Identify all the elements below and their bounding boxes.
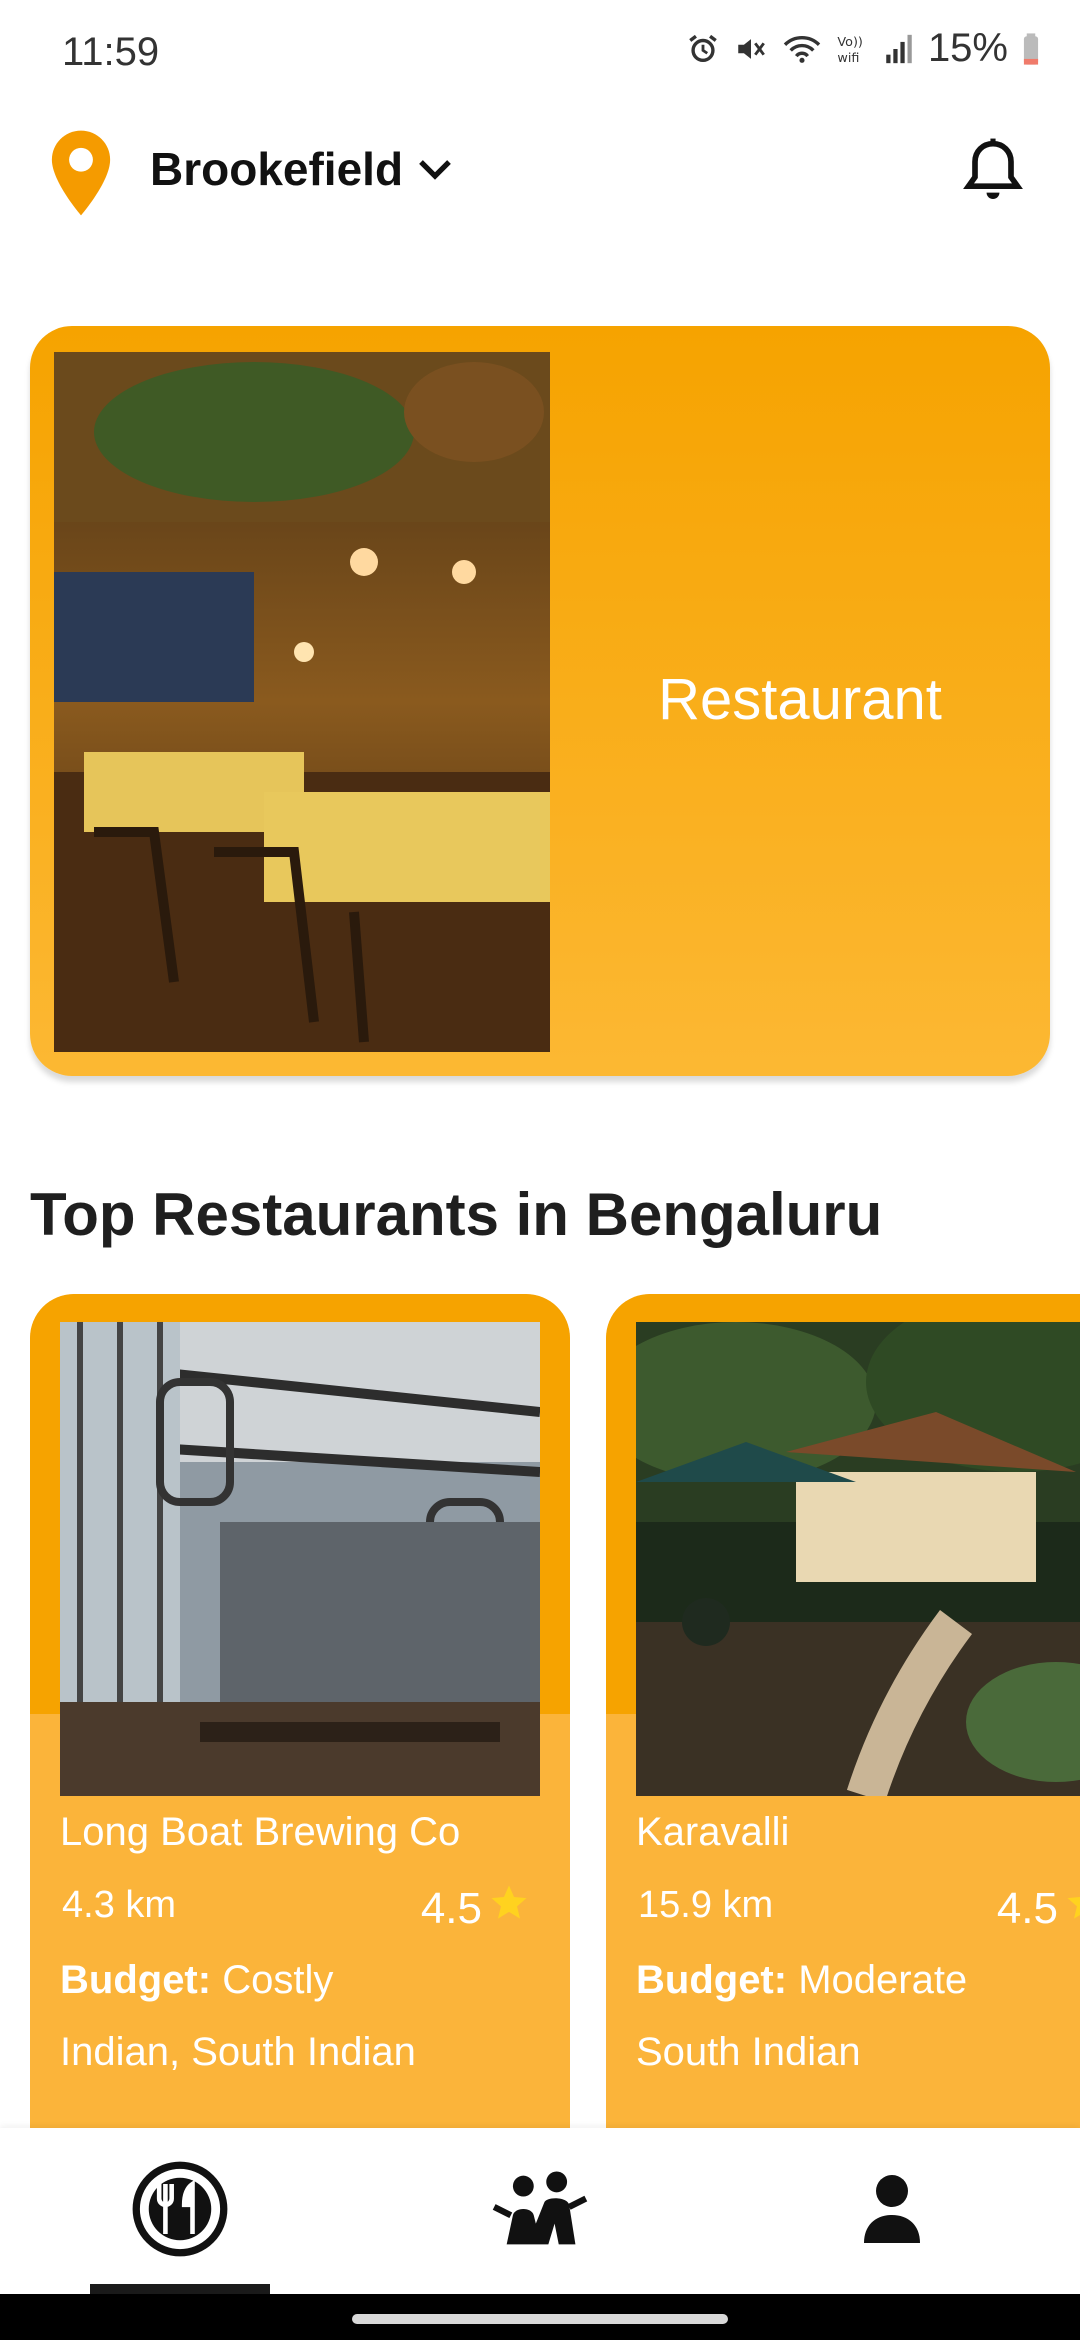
battery-text: 15% [927,26,1008,70]
budget-label: Budget: [636,1958,788,2002]
chevron-down-icon[interactable] [414,148,456,195]
bottom-navigation [0,2128,1080,2294]
restaurant-rating: 4.5 [997,1882,1080,1935]
restaurant-budget: Budget: Moderate [636,1958,967,2003]
nav-community[interactable] [480,2156,600,2266]
status-bar: 11:59 Vo)) wifi 15% [0,0,1080,110]
restaurant-budget: Budget: Costly [60,1958,333,2003]
restaurant-photo [60,1322,540,1796]
restaurant-distance: 15.9 km [638,1884,774,1926]
budget-label: Budget: [60,1958,212,2002]
restaurant-interior-photo [54,352,550,1052]
rating-value: 4.5 [996,1883,1058,1933]
restaurant-name: Karavalli [636,1810,790,1854]
wifi-icon [782,32,822,66]
restaurant-card[interactable]: Karavalli 15.9 km 4.5 Budget: Moderate S… [606,1294,1080,2134]
signal-icon [884,32,914,66]
star-icon [488,1882,530,1935]
svg-text:wifi: wifi [837,50,859,65]
restaurant-card[interactable]: Long Boat Brewing Co 4.3 km 4.5 Budget: … [30,1294,570,2134]
bell-icon[interactable] [962,136,1024,213]
home-gesture-pill[interactable] [352,2314,728,2324]
restaurant-photo [636,1322,1080,1796]
location-pin-icon[interactable] [48,128,114,223]
restaurant-distance: 4.3 km [62,1884,177,1926]
restaurant-name: Long Boat Brewing Co [60,1810,461,1854]
dining-icon [130,2159,230,2264]
status-time: 11:59 [62,30,160,74]
mute-icon [734,32,768,66]
rating-value: 4.5 [420,1883,482,1933]
app-header: Brookefield [0,120,1080,230]
section-title: Top Restaurants in Bengaluru [30,1181,883,1248]
battery-icon [1022,32,1040,66]
budget-value: Costly [211,1958,334,2002]
status-icons: Vo)) wifi 15% [686,26,1040,71]
nav-dining[interactable] [120,2156,240,2266]
volte-wifi-icon: Vo)) wifi [836,32,870,66]
restaurant-category-card[interactable]: Restaurant [30,326,1050,1076]
people-icon [490,2169,590,2254]
star-icon [1064,1882,1080,1935]
alarm-icon [686,32,720,66]
budget-value: Moderate [787,1958,968,2002]
restaurant-rating: 4.5 [421,1882,530,1935]
category-label: Restaurant [658,667,942,732]
restaurant-carousel[interactable]: Long Boat Brewing Co 4.3 km 4.5 Budget: … [0,1294,1080,2134]
profile-icon [860,2171,924,2252]
restaurant-cuisine: Indian, South Indian [60,2030,416,2074]
svg-text:Vo)): Vo)) [837,35,862,50]
active-tab-indicator [90,2284,270,2294]
nav-profile[interactable] [832,2156,952,2266]
restaurant-cuisine: South Indian [636,2030,861,2074]
location-name[interactable]: Brookefield [150,142,403,196]
